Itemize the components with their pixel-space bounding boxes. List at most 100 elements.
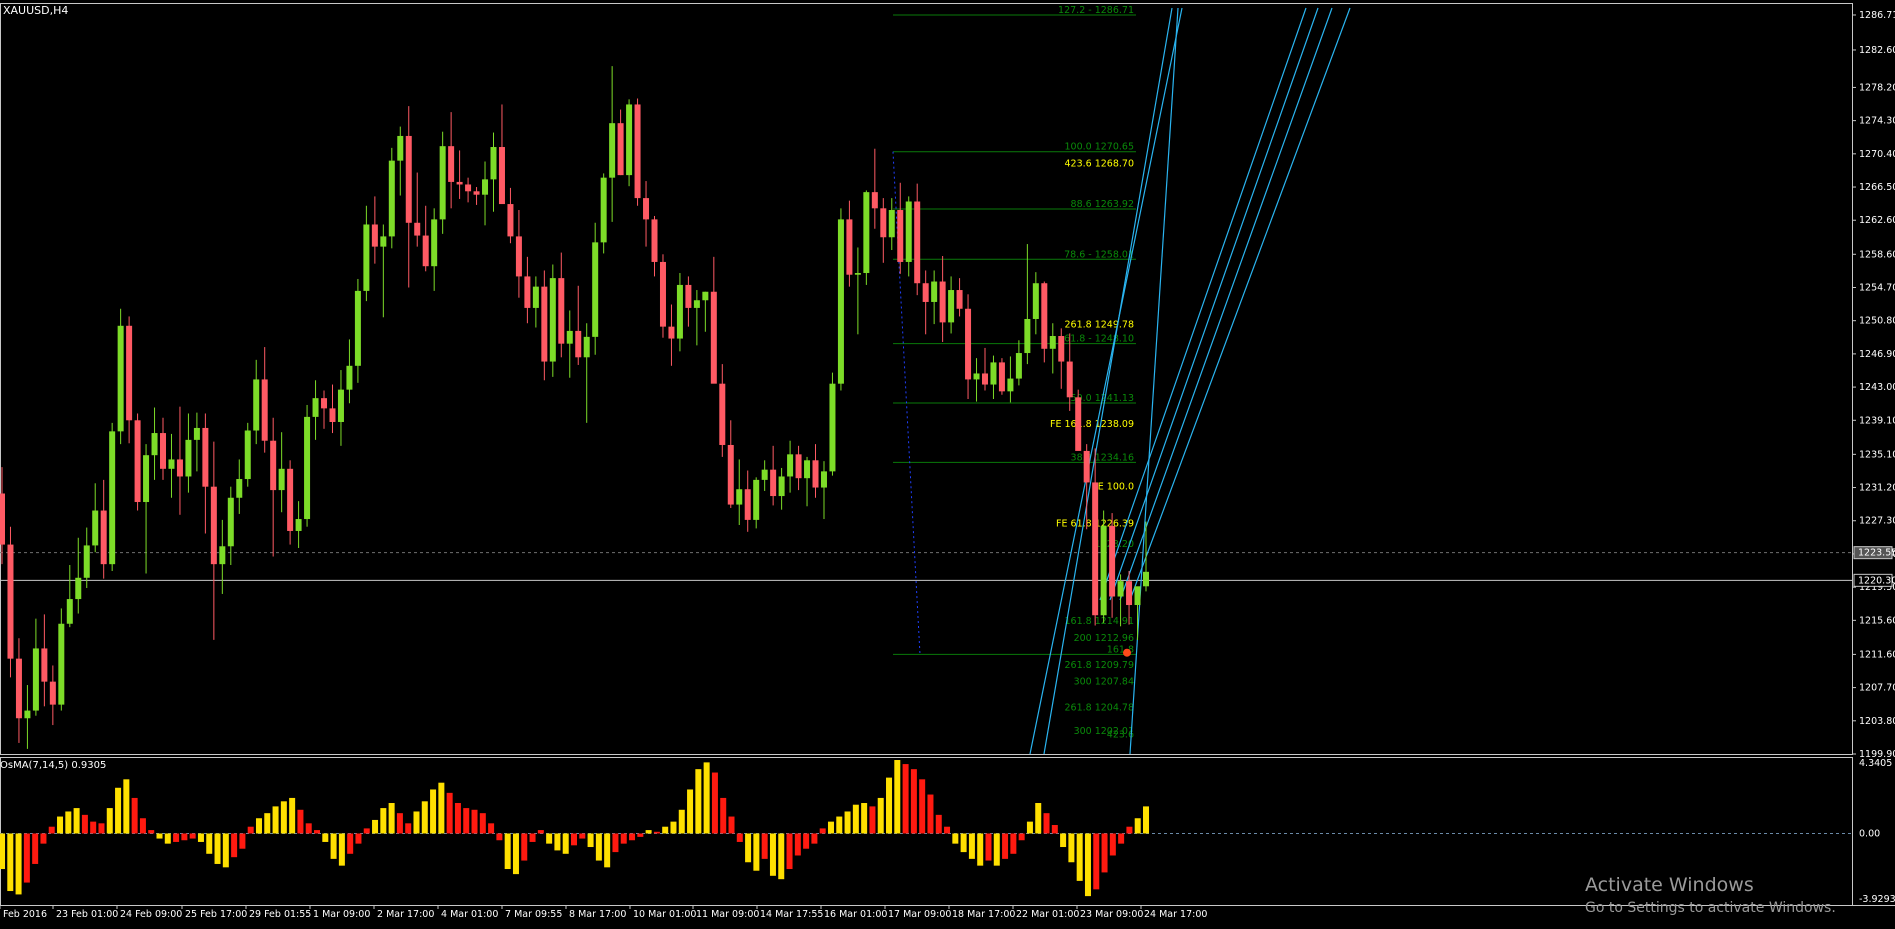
osma-bar — [504, 833, 511, 870]
candle-body — [1024, 318, 1031, 354]
osma-bar — [90, 821, 97, 834]
osma-bar — [446, 792, 453, 834]
price-tick-label: 1250.80 — [1859, 316, 1895, 327]
osma-bar — [73, 808, 80, 834]
osma-bar — [255, 818, 262, 834]
price-tick-label: 1282.60 — [1859, 45, 1895, 56]
osma-bar — [952, 833, 959, 844]
osma-bar — [496, 833, 503, 841]
osma-bar — [1051, 825, 1058, 834]
candle-body — [931, 281, 938, 302]
osma-bar — [546, 833, 553, 844]
osma-bar — [629, 833, 636, 841]
osma-bar — [877, 797, 884, 834]
candle-body — [634, 104, 641, 199]
candle-body — [100, 510, 107, 565]
osma-bar — [372, 819, 379, 834]
candle-body — [397, 135, 404, 161]
candle-body — [1126, 581, 1133, 606]
candle-body — [388, 160, 395, 237]
candle-body — [219, 546, 226, 565]
chart-background — [0, 0, 1895, 929]
osma-bar — [968, 833, 975, 859]
osma-bar — [1076, 833, 1083, 881]
candle-body — [1058, 336, 1065, 362]
osma-bar — [115, 787, 122, 834]
candle-body — [922, 283, 929, 302]
candle-body — [973, 373, 980, 380]
candle-body — [465, 184, 472, 192]
osma-bar — [247, 826, 254, 834]
osma-bar — [1118, 833, 1125, 844]
candle-body — [253, 379, 260, 431]
candle-body — [727, 444, 734, 505]
time-tick-label: 25 Feb 17:00 — [185, 909, 247, 920]
time-tick-label: 23 Feb 01:00 — [56, 909, 118, 920]
osma-bar — [554, 833, 561, 851]
fib-level-label: 61.8 - 1248.10 — [1064, 334, 1134, 345]
candle-body — [566, 330, 573, 344]
candle-body — [659, 261, 666, 327]
osma-bar — [430, 789, 437, 834]
candle-body — [1109, 525, 1116, 597]
fib-level-label: FE 100.0 — [1092, 481, 1134, 492]
candle-body — [719, 383, 726, 445]
candle-body — [422, 235, 429, 267]
osma-bar — [944, 826, 951, 834]
candle-body — [363, 224, 370, 291]
osma-bar — [886, 777, 893, 834]
osma-bar — [1010, 833, 1017, 854]
osma-bar — [687, 789, 694, 834]
mt4-chart-window[interactable]: 127.2 - 1286.71 100.0 1270.65 423.6 1268.7… — [0, 0, 1895, 929]
candle-body — [473, 191, 480, 195]
osma-bar — [919, 779, 926, 834]
candle-body — [32, 648, 39, 711]
osma-bar — [678, 809, 685, 834]
fib-level-label: 423.6 1268.70 — [1064, 158, 1134, 169]
candle-body — [7, 544, 14, 659]
osma-bar — [106, 808, 113, 834]
candle-body — [1083, 450, 1090, 483]
candle-body — [160, 433, 167, 469]
candle-body — [456, 181, 463, 185]
candle-body — [482, 179, 489, 195]
osma-bar — [1084, 833, 1091, 897]
osma-bar — [512, 833, 519, 875]
osma-bar — [861, 803, 868, 834]
candle-body — [337, 389, 344, 422]
candle-body — [1143, 571, 1149, 587]
candle-body — [643, 198, 650, 220]
price-tick-label: 1243.00 — [1859, 382, 1895, 393]
osma-bar — [289, 797, 296, 834]
fib-level-label: 78.6 - 1258.01 — [1064, 249, 1134, 260]
candle-body — [126, 325, 133, 421]
candle-body — [1100, 525, 1107, 616]
fib-level-label: 161.8 1214.91 — [1064, 616, 1134, 627]
candle-body — [549, 278, 556, 362]
osma-bar — [1026, 821, 1033, 834]
osma-bar — [1035, 803, 1042, 834]
osma-bar — [471, 809, 478, 834]
price-tick-label: 1211.60 — [1859, 649, 1895, 660]
osma-bar — [1143, 806, 1149, 834]
osma-bar — [529, 833, 536, 842]
candle-body — [676, 284, 683, 339]
time-tick-label: 23 Mar 09:00 — [1080, 909, 1143, 920]
candle-body — [600, 177, 607, 243]
candle-body — [380, 236, 387, 247]
osma-bar — [653, 831, 660, 834]
alert-marker-icon — [1123, 648, 1131, 657]
indicator-label: OsMA(7,14,5) 0.9305 — [0, 760, 107, 771]
osma-bar — [521, 833, 528, 861]
osma-bar — [761, 833, 768, 859]
candle-body — [592, 242, 599, 337]
candle-body — [846, 219, 853, 275]
fib-level-label: 261.8 1249.78 — [1064, 319, 1134, 330]
osma-bar — [844, 811, 851, 834]
candle-body — [236, 479, 243, 498]
price-tick-label: 1262.60 — [1859, 215, 1895, 226]
candle-body — [1092, 482, 1099, 616]
candle-body — [871, 192, 878, 209]
candle-body — [541, 286, 548, 362]
osma-zero-label: 0.00 — [1859, 828, 1880, 839]
